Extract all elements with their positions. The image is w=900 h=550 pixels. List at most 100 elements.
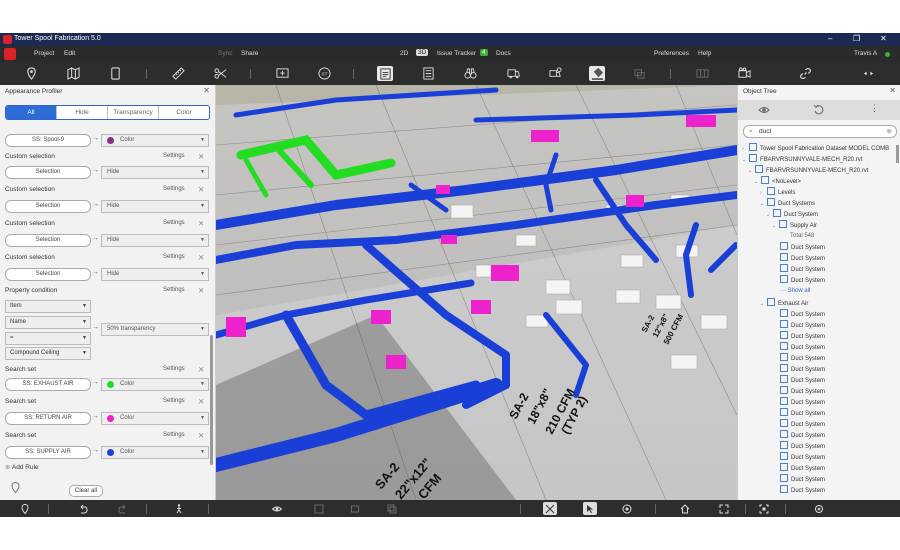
tree-node[interactable]: ⌄ Supply Air bbox=[772, 220, 817, 231]
tree-item[interactable]: Duct System bbox=[780, 386, 825, 397]
undo-icon[interactable] bbox=[76, 502, 90, 515]
panel-scrollbar[interactable] bbox=[210, 335, 213, 465]
redo-icon[interactable] bbox=[116, 502, 130, 515]
clear-all-button[interactable]: Clear all bbox=[69, 485, 103, 497]
tree-node[interactable]: ⌄ Duct Systems bbox=[760, 198, 815, 209]
tree-node[interactable]: ⌄ <NoLevel> bbox=[754, 176, 801, 187]
map-icon[interactable] bbox=[65, 66, 81, 81]
maximize-button[interactable]: ❐ bbox=[853, 34, 860, 43]
menu-edit[interactable]: Edit bbox=[64, 50, 75, 57]
more-icon[interactable]: ⋮ bbox=[870, 103, 879, 114]
tree-item[interactable]: Duct System bbox=[780, 474, 825, 485]
rule-action-select[interactable]: Color ▼ bbox=[101, 446, 209, 459]
tree-node[interactable]: › Tower Spool Fabrication Dataset MODEL C… bbox=[742, 143, 889, 154]
location-pin-icon[interactable] bbox=[11, 482, 20, 493]
close-icon[interactable]: ✕ bbox=[889, 86, 896, 95]
truck-icon[interactable] bbox=[505, 66, 521, 81]
minimize-button[interactable]: – bbox=[828, 34, 832, 43]
menu-issue-tracker[interactable]: Issue Tracker bbox=[437, 50, 476, 57]
settings-link[interactable]: Settings bbox=[163, 220, 185, 226]
remove-rule-icon[interactable]: ✕ bbox=[198, 253, 204, 262]
section-tool-icon[interactable] bbox=[543, 502, 557, 515]
menu-project[interactable]: Project bbox=[34, 50, 54, 57]
rule-action-select[interactable]: Hide ▼ bbox=[101, 234, 209, 247]
rule-target-pill[interactable]: SS: RETURN AIR bbox=[5, 412, 91, 425]
paint-bucket-icon[interactable] bbox=[589, 66, 605, 81]
tree-item[interactable]: Duct System bbox=[780, 264, 825, 275]
expand-icon[interactable] bbox=[860, 66, 876, 81]
transparency-icon[interactable] bbox=[385, 502, 399, 515]
tree-node[interactable]: ⌄ Duct System bbox=[766, 209, 818, 220]
property-operator-select[interactable]: = ▼ bbox=[5, 332, 91, 345]
layers-icon[interactable] bbox=[631, 66, 647, 81]
tablet-icon[interactable] bbox=[107, 66, 123, 81]
clipboard-icon[interactable] bbox=[377, 66, 393, 81]
tab-all[interactable]: All bbox=[6, 106, 56, 119]
rule-target-pill[interactable]: SS: EXHAUST AIR bbox=[5, 378, 91, 391]
fit-view-icon[interactable] bbox=[717, 502, 731, 515]
rule-target-pill[interactable]: Selection bbox=[5, 200, 91, 213]
rule-action-select[interactable]: Color ▼ bbox=[101, 134, 209, 147]
color-swatch[interactable] bbox=[107, 137, 114, 144]
settings-link[interactable]: Settings bbox=[163, 254, 185, 260]
user-name[interactable]: Travis A bbox=[854, 50, 877, 57]
tree-item[interactable]: Duct System bbox=[780, 253, 825, 264]
tree-search-input[interactable]: ⌕ duct ⊗ bbox=[743, 125, 897, 138]
menu-help[interactable]: Help bbox=[698, 50, 711, 57]
tree-item[interactable]: Duct System bbox=[780, 452, 825, 463]
settings-link[interactable]: Settings bbox=[163, 287, 185, 293]
settings-link[interactable]: Settings bbox=[163, 432, 185, 438]
rule-target-pill[interactable]: SS: Spool-9 bbox=[5, 134, 91, 147]
tree-item[interactable]: Duct System bbox=[780, 430, 825, 441]
visibility-icon[interactable] bbox=[270, 502, 284, 515]
close-window-button[interactable]: ✕ bbox=[880, 34, 887, 43]
tree-item[interactable]: Duct System bbox=[780, 353, 825, 364]
add-view-icon[interactable] bbox=[274, 66, 290, 81]
tree-item[interactable]: Duct System bbox=[780, 331, 825, 342]
remove-rule-icon[interactable]: ✕ bbox=[198, 286, 204, 295]
menu-share[interactable]: Share bbox=[241, 50, 258, 57]
tree-item[interactable]: Duct System bbox=[780, 242, 825, 253]
select-tool-icon[interactable] bbox=[583, 502, 597, 515]
tree-item[interactable]: Duct System bbox=[780, 275, 825, 286]
link-icon[interactable] bbox=[797, 66, 813, 81]
close-icon[interactable]: ✕ bbox=[203, 86, 210, 95]
tree-node[interactable]: ⌄ FBARVRSUNNYVALE-MECH_R20.rvt bbox=[742, 154, 862, 165]
truck-list-icon[interactable] bbox=[547, 66, 563, 81]
rule-action-select[interactable]: Hide ▼ bbox=[101, 166, 209, 179]
color-swatch[interactable] bbox=[107, 415, 114, 422]
tree-item[interactable]: Duct System bbox=[780, 408, 825, 419]
add-rule-button[interactable]: ⊕ Add Rule bbox=[5, 463, 39, 471]
mode-2d[interactable]: 2D bbox=[400, 50, 408, 57]
walk-mode-icon[interactable] bbox=[172, 502, 186, 515]
tree-item[interactable]: Duct System bbox=[780, 309, 825, 320]
location-pin-icon[interactable] bbox=[18, 502, 32, 515]
settings-link[interactable]: Settings bbox=[163, 366, 185, 372]
color-swatch[interactable] bbox=[107, 449, 114, 456]
hide-selected-icon[interactable] bbox=[348, 502, 362, 515]
show-all-link[interactable]: ··· Show all bbox=[780, 286, 810, 296]
scissors-icon[interactable] bbox=[212, 66, 228, 81]
tree-item[interactable]: Duct System bbox=[780, 441, 825, 452]
tree-item[interactable]: Duct System bbox=[780, 320, 825, 331]
menu-preferences[interactable]: Preferences bbox=[654, 50, 689, 57]
film-icon[interactable] bbox=[694, 66, 710, 81]
settings-link[interactable]: Settings bbox=[163, 153, 185, 159]
tree-node[interactable]: ⌄ FBARVRSUNNYVALE-MECH_R20.rvt bbox=[748, 165, 868, 176]
tree-scrollbar[interactable] bbox=[896, 145, 899, 163]
st-icon[interactable]: ST bbox=[316, 66, 332, 81]
menu-docs[interactable]: Docs bbox=[496, 50, 511, 57]
map-pin-icon[interactable] bbox=[23, 66, 39, 81]
home-icon[interactable] bbox=[678, 502, 692, 515]
video-icon[interactable] bbox=[736, 66, 752, 81]
remove-rule-icon[interactable]: ✕ bbox=[198, 185, 204, 194]
tab-hide[interactable]: Hide bbox=[56, 106, 107, 119]
remove-rule-icon[interactable]: ✕ bbox=[198, 397, 204, 406]
rule-action-select[interactable]: Hide ▼ bbox=[101, 200, 209, 213]
remove-rule-icon[interactable]: ✕ bbox=[198, 219, 204, 228]
property-category-select[interactable]: Item ▼ bbox=[5, 300, 91, 313]
rule-target-pill[interactable]: Selection bbox=[5, 234, 91, 247]
menu-sync[interactable]: Sync bbox=[218, 50, 232, 57]
3d-viewport[interactable]: SA-2 18"x8" 210 CFM (TYP 2) SA-2 22"x12"… bbox=[216, 85, 737, 500]
tree-item[interactable]: Duct System bbox=[780, 419, 825, 430]
